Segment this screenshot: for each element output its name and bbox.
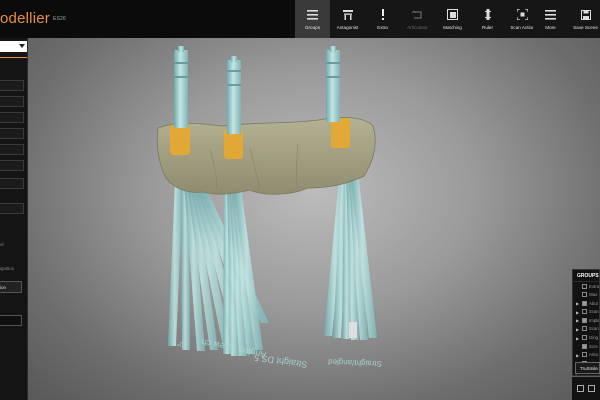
- left-panel-divider: [0, 57, 27, 58]
- matching-button[interactable]: Matching: [435, 0, 470, 38]
- implant-post-center: [227, 56, 241, 134]
- chevron-down-icon: [19, 44, 25, 48]
- antagonist-button-label: Antagonist: [336, 24, 359, 30]
- matching-button-label: Matching: [443, 24, 462, 30]
- app-title-text: odellier: [0, 10, 50, 27]
- groups-button[interactable]: Groups: [295, 0, 330, 38]
- matching-icon: [447, 9, 459, 21]
- view-square-icon[interactable]: [577, 385, 584, 392]
- groups-panel: GROUPS Extra Wax ▶ Abut ▶ Scan ▶ Impla ▶ Scan ▶ Gin…: [572, 269, 600, 376]
- groups-panel-title: GROUPS: [573, 270, 599, 282]
- screw-channel-fan-center: [223, 188, 263, 356]
- ruler-button-label: Ruler: [482, 24, 493, 30]
- expand-arrow-icon[interactable]: ▶: [576, 301, 579, 306]
- group-item-label: Scre: [589, 343, 598, 349]
- group-item-label: Scan: [589, 309, 599, 315]
- more-menu-icon: [545, 9, 557, 21]
- annotation-straight-angled: Straight/angled: [328, 357, 382, 368]
- save-icon: [580, 9, 592, 21]
- save-scene-button-label: Save Scene: [573, 24, 598, 30]
- left-panel-row[interactable]: [0, 80, 24, 91]
- left-panel-row[interactable]: [0, 178, 24, 189]
- group-item[interactable]: Scre: [573, 342, 599, 351]
- implant-post-left: [174, 46, 188, 128]
- left-panel-input[interactable]: [0, 315, 22, 326]
- left-panel-button[interactable]: ion: [0, 281, 22, 293]
- group-item-label: Wax: [589, 292, 598, 298]
- secondary-toolbar: More Save Scene: [533, 0, 600, 38]
- left-panel-dropdown[interactable]: [0, 41, 27, 52]
- 3d-viewport[interactable]: 0° Angled screw ch Straight DS 5 Straigh…: [28, 38, 600, 400]
- articulator-button-label: Articulator: [407, 24, 428, 30]
- left-panel-row[interactable]: [0, 96, 24, 107]
- groups-bottom-bar: [572, 377, 600, 400]
- expand-arrow-icon[interactable]: ▶: [576, 327, 579, 332]
- extra-button[interactable]: Extra: [365, 0, 400, 38]
- left-panel-row[interactable]: [0, 203, 24, 214]
- group-item[interactable]: Wax: [573, 291, 599, 300]
- group-visibility-checkbox[interactable]: [582, 352, 587, 358]
- group-item-label: Abut: [589, 300, 598, 306]
- more-button-label: More: [545, 24, 556, 30]
- group-item-label: Extra: [589, 283, 600, 289]
- antagonist-icon: [342, 9, 354, 21]
- hamburger-menu-icon: [307, 9, 319, 21]
- group-item[interactable]: ▶ Ging: [573, 334, 599, 343]
- group-item-label: Impla: [589, 317, 600, 323]
- expand-arrow-icon[interactable]: ▶: [576, 336, 579, 341]
- antagonist-button[interactable]: Antagonist: [330, 0, 365, 38]
- left-panel-row[interactable]: [0, 144, 24, 155]
- app-version: ES26: [52, 16, 67, 23]
- group-item[interactable]: ▶ Scan: [573, 325, 599, 334]
- scan-action-button-label: Scan Action: [510, 24, 535, 30]
- implant-post-right: [326, 46, 340, 122]
- expand-arrow-icon[interactable]: ▶: [576, 353, 579, 358]
- articulator-button[interactable]: Articulator: [400, 0, 435, 38]
- group-item-label: Scan: [589, 326, 599, 332]
- more-button[interactable]: More: [533, 0, 568, 38]
- group-visibility-checkbox[interactable]: [582, 326, 587, 332]
- group-item-label: Anta: [589, 352, 598, 358]
- group-item[interactable]: Extra: [573, 282, 599, 291]
- group-item[interactable]: ▶ Impla: [573, 316, 599, 325]
- ruler-button[interactable]: Ruler: [470, 0, 505, 38]
- dental-scene: 0° Angled screw ch Straight DS 5 Straigh…: [156, 46, 382, 370]
- group-visibility-checkbox[interactable]: [582, 317, 587, 323]
- left-panel: ol ignition ion: [0, 38, 28, 400]
- group-item[interactable]: ▶ Scan: [573, 308, 599, 317]
- expand-arrow-icon[interactable]: ▶: [576, 310, 579, 315]
- extra-button-label: Extra: [377, 24, 388, 30]
- group-item[interactable]: ▶ Anta: [573, 351, 599, 360]
- exclamation-icon: [377, 9, 389, 21]
- left-panel-label: ignition: [0, 266, 15, 271]
- trusmile-button[interactable]: TruSmile: [575, 362, 600, 374]
- abutment-left: [170, 125, 190, 155]
- save-scene-button[interactable]: Save Scene: [568, 0, 600, 38]
- group-visibility-checkbox[interactable]: [582, 335, 587, 341]
- abutment-right: [331, 118, 350, 148]
- groups-button-label: Groups: [304, 24, 321, 30]
- group-visibility-checkbox[interactable]: [582, 309, 587, 315]
- scan-action-icon: [517, 9, 529, 21]
- group-item-label: Ging: [589, 335, 599, 341]
- angle-tick-label: 0°: [176, 339, 184, 348]
- expand-arrow-icon[interactable]: ▶: [576, 318, 579, 323]
- top-bar: odellier ES26 Groups Antagonist Extra Art…: [0, 0, 600, 38]
- group-visibility-checkbox[interactable]: [582, 283, 587, 289]
- left-panel-row[interactable]: [0, 112, 24, 123]
- view-square-icon[interactable]: [588, 385, 595, 392]
- left-panel-label: ol: [0, 242, 4, 247]
- annotation-straight-ds: Straight DS 5: [253, 352, 307, 369]
- app-title: odellier ES26: [0, 10, 66, 27]
- group-item[interactable]: ▶ Abut: [573, 299, 599, 308]
- left-panel-row[interactable]: [0, 128, 24, 139]
- screw-channel-fan-right: [324, 168, 377, 340]
- group-visibility-checkbox[interactable]: [582, 300, 587, 306]
- left-panel-row[interactable]: [0, 160, 24, 171]
- group-visibility-checkbox[interactable]: [582, 292, 587, 298]
- ruler-icon: [482, 9, 494, 21]
- articulator-icon: [412, 9, 424, 21]
- group-visibility-checkbox[interactable]: [582, 343, 587, 349]
